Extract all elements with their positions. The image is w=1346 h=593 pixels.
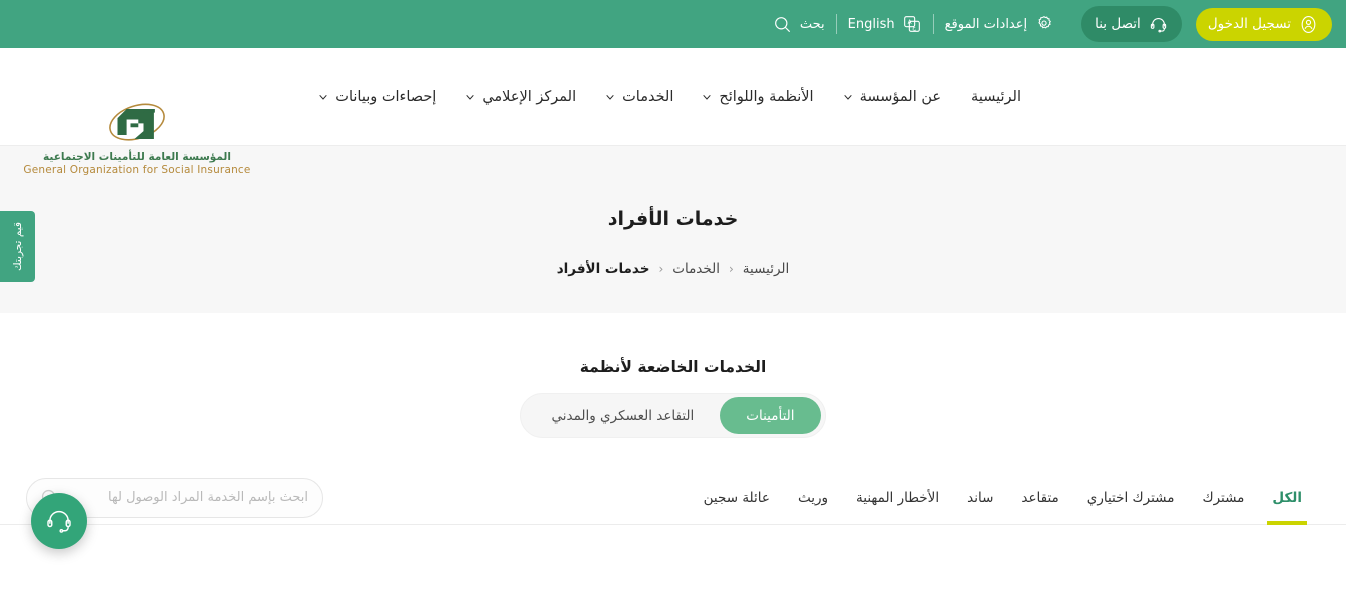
login-button[interactable]: تسجيل الدخول [1195, 7, 1332, 41]
page-title: خدمات الأفراد [607, 208, 739, 230]
gosi-logo-english-name: General Organization for Social Insuranc… [23, 164, 251, 176]
service-search-input[interactable] [69, 490, 308, 505]
login-button-label: تسجيل الدخول [1207, 16, 1291, 32]
nav-item-regulations[interactable]: الأنظمة واللوائح [688, 77, 828, 117]
tab-optional-contributor[interactable]: مشترك اختياري [1073, 471, 1189, 525]
toggle-option-insurance[interactable]: التأمينات [720, 397, 821, 434]
svg-text:ع: ع [912, 25, 916, 31]
tab-contributor[interactable]: مشترك [1188, 471, 1258, 525]
toggle-option-military-civil-retirement[interactable]: التقاعد العسكري والمدني [525, 397, 720, 434]
tab-prisoner-family-label: عائلة سجين [703, 489, 770, 506]
chevron-down-icon [466, 90, 475, 100]
tab-saned[interactable]: ساند [953, 471, 1007, 525]
nav-item-home-label: الرئيسية [971, 88, 1021, 105]
rate-experience-label: قيم تجربتك [11, 222, 24, 271]
main-navigation-bar: المؤسسة العامة للتأمينات الاجتماعية Gene… [0, 48, 1346, 176]
tab-occupational-hazards[interactable]: الأخطار المهنية [842, 471, 953, 525]
search-link-label: بحث [799, 16, 825, 32]
nav-item-media-center[interactable]: المركز الإعلامي [451, 77, 591, 117]
section-title: الخدمات الخاضعة لأنظمة [579, 358, 767, 376]
headset-icon [1149, 15, 1168, 34]
tab-saned-label: ساند [967, 489, 994, 506]
user-icon [1299, 15, 1318, 34]
language-icon: A ع [902, 14, 922, 34]
tab-all-label: الكل [1272, 489, 1302, 506]
nav-item-services[interactable]: الخدمات [591, 77, 688, 117]
nav-item-services-label: الخدمات [622, 88, 674, 105]
rate-experience-tab[interactable]: قيم تجربتك [0, 211, 35, 282]
system-toggle: التأمينات التقاعد العسكري والمدني [520, 393, 826, 438]
breadcrumb-item-home[interactable]: الرئيسية [743, 261, 790, 277]
breadcrumb-item-services[interactable]: الخدمات [672, 261, 720, 277]
chevron-down-icon [606, 90, 615, 100]
gosi-logo-arabic-name: المؤسسة العامة للتأمينات الاجتماعية [43, 151, 231, 163]
service-category-tabs: الكل مشترك مشترك اختياري متقاعد ساند الأ… [690, 471, 1316, 525]
contact-us-label: اتصل بنا [1095, 16, 1141, 32]
language-switch-label: English [847, 16, 895, 32]
tab-retiree-label: متقاعد [1021, 489, 1059, 506]
breadcrumb-separator: ‹ [658, 262, 664, 276]
search-link[interactable]: بحث [761, 11, 836, 37]
nav-item-media-center-label: المركز الإعلامي [482, 88, 577, 105]
svg-text:A: A [907, 20, 911, 26]
nav-item-statistics[interactable]: إحصاءات وبيانات [304, 77, 451, 117]
toggle-option-insurance-label: التأمينات [746, 407, 795, 424]
tab-heir-label: وريث [797, 489, 829, 506]
tab-occupational-hazards-label: الأخطار المهنية [856, 489, 940, 506]
site-settings-label: إعدادات الموقع [944, 16, 1028, 32]
tab-prisoner-family[interactable]: عائلة سجين [690, 471, 784, 525]
tab-retiree[interactable]: متقاعد [1007, 471, 1072, 525]
nav-item-regulations-label: الأنظمة واللوائح [719, 88, 814, 105]
nav-item-about[interactable]: عن المؤسسة [829, 77, 956, 117]
gear-icon [1034, 14, 1054, 34]
gosi-logo[interactable]: المؤسسة العامة للتأمينات الاجتماعية Gene… [23, 98, 250, 176]
tab-contributor-label: مشترك [1202, 489, 1245, 506]
support-chat-button[interactable] [31, 493, 87, 549]
gosi-logo-mark [109, 103, 165, 141]
breadcrumb: الرئيسية ‹ الخدمات ‹ خدمات الأفراد [557, 261, 790, 277]
headset-icon [44, 506, 74, 536]
breadcrumb-separator: ‹ [728, 262, 734, 276]
chevron-down-icon [843, 90, 853, 100]
top-utility-bar: تسجيل الدخول اتصل بنا إعدادات الموقع A ع… [0, 0, 1346, 48]
site-settings-link[interactable]: إعدادات الموقع [934, 11, 1066, 37]
divider [835, 14, 837, 34]
nav-item-statistics-label: إحصاءات وبيانات [335, 88, 437, 105]
nav-item-home[interactable]: الرئيسية [956, 77, 1036, 117]
language-switch-link[interactable]: A ع English [837, 11, 933, 37]
breadcrumb-item-current: خدمات الأفراد [556, 261, 650, 277]
services-content: الخدمات الخاضعة لأنظمة التأمينات التقاعد… [0, 313, 1346, 593]
toggle-option-military-civil-retirement-label: التقاعد العسكري والمدني [551, 407, 695, 424]
nav-items: الرئيسية عن المؤسسة الأنظمة واللوائح الخ… [304, 48, 1036, 145]
chevron-down-icon [319, 90, 328, 100]
chevron-down-icon [703, 90, 712, 100]
search-icon [772, 14, 793, 35]
divider [932, 14, 934, 34]
tab-heir[interactable]: وريث [784, 471, 842, 525]
utility-links: إعدادات الموقع A ع English بحث [761, 11, 1065, 37]
tab-optional-contributor-label: مشترك اختياري [1086, 489, 1175, 506]
contact-us-button[interactable]: اتصل بنا [1081, 6, 1182, 42]
tab-all[interactable]: الكل [1258, 471, 1316, 525]
system-toggle-wrapper: التأمينات التقاعد العسكري والمدني [0, 393, 1346, 438]
services-filter-row: الكل مشترك مشترك اختياري متقاعد ساند الأ… [0, 471, 1346, 525]
nav-item-about-label: عن المؤسسة [859, 88, 942, 105]
